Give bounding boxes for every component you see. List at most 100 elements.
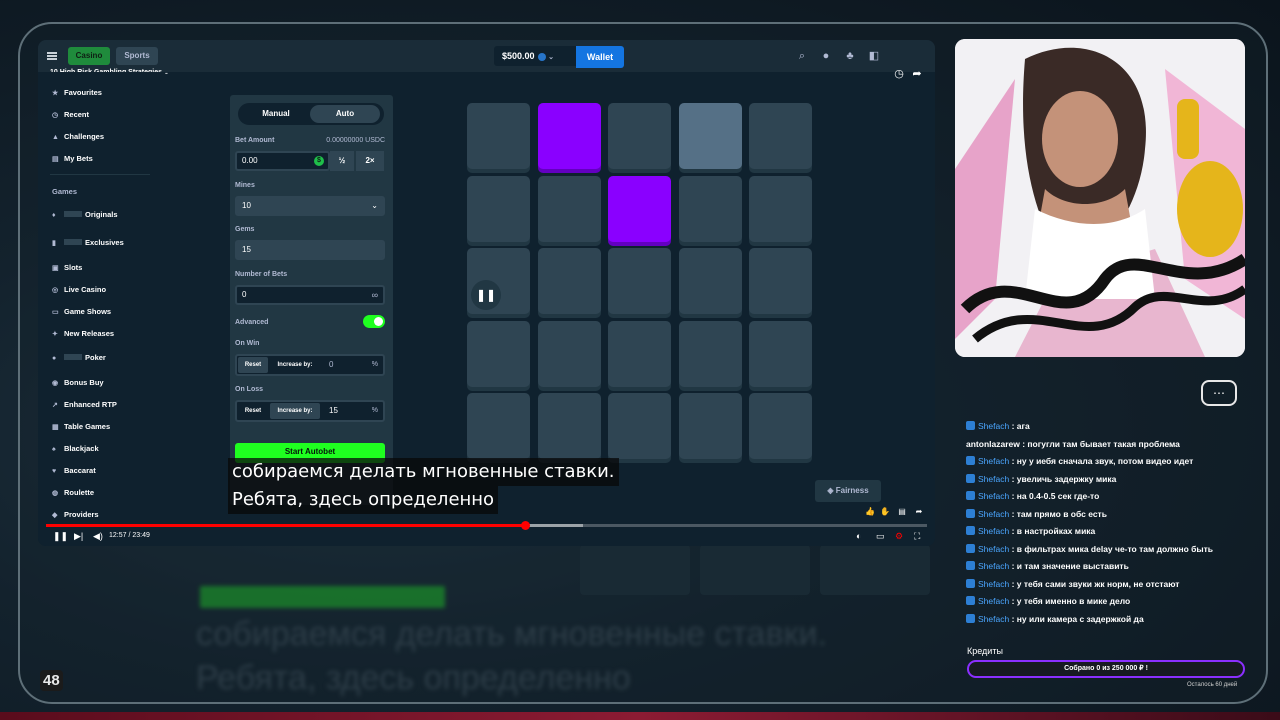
twitch-badge-icon	[966, 456, 975, 465]
mines-tile[interactable]	[467, 175, 530, 242]
bet-amount-input[interactable]: 0.00 $	[235, 151, 330, 171]
sidebar-item-live-casino[interactable]: ◎ Live Casino	[52, 285, 106, 294]
mines-tile[interactable]	[467, 320, 530, 387]
chat-username[interactable]: Shefach	[978, 579, 1009, 589]
autoplay-toggle-icon[interactable]: ◐	[856, 530, 861, 542]
twitch-badge-icon	[966, 473, 975, 483]
user-icon[interactable]: ●	[820, 50, 832, 62]
video-player[interactable]: Casino Sports 10 High Risk Gambling Stra…	[38, 40, 935, 546]
volume-icon[interactable]: ◀)	[93, 530, 103, 542]
mines-tile[interactable]	[749, 393, 812, 459]
fullscreen-icon[interactable]: ⛶	[914, 530, 920, 542]
mines-tile[interactable]	[608, 320, 671, 387]
twitch-badge-icon	[966, 613, 975, 623]
watch-later-icon[interactable]: ◷	[893, 68, 905, 80]
mines-select[interactable]: 10 ⌄	[235, 196, 385, 216]
mines-tile[interactable]	[537, 175, 601, 242]
balance-display[interactable]: $500.00 ⌄	[494, 46, 576, 66]
on-loss-value[interactable]: 15	[329, 403, 338, 419]
half-bet-button[interactable]: ½	[330, 151, 354, 171]
mines-tile[interactable]	[537, 320, 601, 387]
mines-tile-gem[interactable]	[608, 175, 671, 242]
search-icon[interactable]: ⌕	[796, 50, 808, 62]
sidebar-item-poker[interactable]: ● Poker	[52, 353, 106, 362]
sidebar-item-enhanced-rtp[interactable]: ↗ Enhanced RTP	[52, 400, 117, 409]
on-win-increase-button[interactable]: Increase by:	[270, 357, 320, 373]
sidebar-item-table-games[interactable]: ▦ Table Games	[52, 422, 110, 431]
subtitles-icon[interactable]: ▭	[876, 530, 885, 542]
chat-icon[interactable]: ⋯	[1201, 380, 1237, 406]
infinity-icon[interactable]: ∞	[372, 287, 378, 303]
sidebar-item-slots[interactable]: ▣ Slots	[52, 263, 82, 272]
mines-tile[interactable]	[467, 103, 530, 169]
menu-icon[interactable]	[47, 52, 57, 60]
share-icon[interactable]: ➦	[911, 68, 923, 80]
progress-scrubber[interactable]	[521, 521, 531, 530]
chat-username[interactable]: Shefach	[978, 561, 1009, 571]
dislike-icon[interactable]: ✋	[879, 506, 891, 518]
sidebar-item-baccarat[interactable]: ♥ Baccarat	[52, 466, 96, 475]
mines-tile[interactable]	[678, 248, 742, 314]
sidebar-item-bonus-buy[interactable]: ◉ Bonus Buy	[52, 378, 104, 387]
mines-tile[interactable]	[537, 248, 601, 314]
chat-username[interactable]: Shefach	[978, 474, 1009, 484]
chat-username[interactable]: Shefach	[978, 509, 1009, 519]
sidebar-item-game-shows[interactable]: ▭ Game Shows	[52, 307, 111, 316]
next-icon[interactable]: ▶|	[74, 530, 83, 542]
chat-username[interactable]: Shefach	[978, 491, 1009, 501]
on-loss-increase-button[interactable]: Increase by:	[270, 403, 320, 419]
mines-tile[interactable]	[678, 320, 742, 387]
chat-username[interactable]: Shefach	[978, 544, 1009, 554]
mines-tile[interactable]	[749, 320, 812, 387]
like-icon[interactable]: 👍	[864, 506, 876, 518]
sidebar-item-roulette[interactable]: ◍ Roulette	[52, 488, 94, 497]
double-bet-button[interactable]: 2×	[356, 151, 384, 171]
on-win-reset-button[interactable]: Reset	[238, 357, 268, 373]
tab-casino[interactable]: Casino	[68, 47, 110, 65]
sidebar-item-new-releases[interactable]: ✦ New Releases	[52, 329, 114, 338]
mines-tile[interactable]	[678, 393, 742, 459]
settings-icon[interactable]: ⚙	[895, 530, 903, 542]
mines-tile-gem[interactable]	[537, 103, 601, 169]
chat-username[interactable]: Shefach	[978, 596, 1009, 606]
chat-username[interactable]: Shefach	[978, 456, 1009, 466]
tab-auto[interactable]: Auto	[310, 105, 380, 123]
sidebar-item-providers[interactable]: ◆ Providers	[52, 510, 99, 519]
chat-username[interactable]: Shefach	[978, 421, 1009, 431]
sidebar-item-exclusives[interactable]: ▮ Exclusives	[52, 238, 124, 247]
on-win-value[interactable]: 0	[329, 357, 333, 373]
on-loss-reset-button[interactable]: Reset	[238, 403, 268, 419]
video-progress-bar[interactable]	[46, 521, 927, 530]
comment-icon[interactable]: ▤	[896, 506, 908, 518]
sidebar-item-blackjack[interactable]: ♠ Blackjack	[52, 444, 99, 453]
mines-tile[interactable]	[537, 393, 601, 459]
fairness-button[interactable]: ◈ Fairness	[815, 480, 881, 502]
mines-tile[interactable]	[749, 248, 812, 314]
sidebar-item-originals[interactable]: ♦ Originals	[52, 210, 118, 219]
chat-username[interactable]: Shefach	[978, 526, 1009, 536]
sidebar-toggle-icon[interactable]: ◧	[868, 50, 880, 62]
notification-icon[interactable]: ♣	[844, 50, 856, 62]
mines-tile[interactable]	[467, 393, 530, 459]
mines-tile[interactable]	[678, 103, 742, 169]
sidebar-item-favourites[interactable]: ★ Favourites	[52, 88, 102, 97]
pause-overlay-icon[interactable]: ❚❚	[471, 280, 501, 310]
mines-tile[interactable]	[608, 248, 671, 314]
mines-tile[interactable]	[749, 175, 812, 242]
advanced-toggle[interactable]	[363, 315, 385, 328]
tab-sports[interactable]: Sports	[116, 47, 158, 65]
number-of-bets-input[interactable]: 0 ∞	[235, 285, 385, 305]
mines-tile[interactable]	[749, 103, 812, 169]
sidebar-item-challenges[interactable]: ▲ Challenges	[52, 132, 104, 141]
share-icon[interactable]: ➦	[913, 506, 925, 518]
wallet-button[interactable]: Wallet	[576, 46, 624, 68]
pause-icon[interactable]: ❚❚	[53, 530, 68, 542]
chat-username[interactable]: antonlazarew	[966, 439, 1020, 449]
sidebar-item-my-bets[interactable]: ▤ My Bets	[52, 154, 93, 163]
tab-manual[interactable]: Manual	[241, 105, 311, 123]
chat-username[interactable]: Shefach	[978, 614, 1009, 624]
mines-tile[interactable]	[608, 393, 671, 459]
mines-tile[interactable]	[678, 175, 742, 242]
mines-tile[interactable]	[608, 103, 671, 169]
sidebar-item-recent[interactable]: ◷ Recent	[52, 110, 89, 119]
